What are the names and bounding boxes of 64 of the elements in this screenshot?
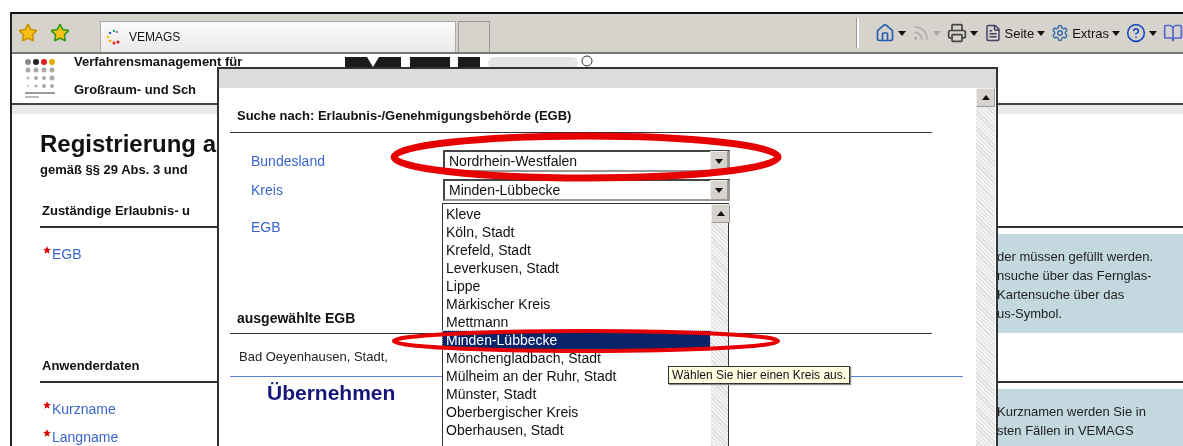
caret-icon	[1112, 30, 1120, 36]
caret-icon	[715, 187, 723, 193]
submit-link[interactable]: Übernehmen	[267, 381, 396, 405]
caret-icon	[1149, 30, 1157, 36]
list-option[interactable]: Krefeld, Stadt	[443, 241, 710, 259]
field-label: Bundesland	[251, 152, 326, 171]
field-label: EGB	[251, 218, 282, 237]
required-icon	[43, 246, 51, 254]
list-option[interactable]: Leverkusen, Stadt	[443, 259, 710, 277]
hint-box: der müssen gefüllt werden. nsuche über das Fernglas- Kartensuche über das us-Symbol.	[997, 234, 1183, 333]
page-subtitle: gemäß §§ 29 Abs. 3 und	[40, 162, 189, 177]
home-icon	[874, 23, 895, 43]
list-option[interactable]: Münster, Stadt	[443, 385, 710, 403]
list-option[interactable]: Oberbergischer Kreis	[443, 403, 710, 421]
section-heading: Zuständige Erlaubnis- u	[42, 203, 191, 218]
header-title: Großraum- und Sch	[74, 83, 198, 97]
list-option[interactable]: Kleve	[443, 205, 710, 223]
scrollbar[interactable]	[976, 88, 995, 446]
printer-icon	[946, 23, 967, 43]
field-label: Langname	[52, 429, 119, 445]
tab-title: VEMAGS	[129, 30, 181, 44]
scroll-up-icon	[981, 95, 990, 100]
list-option[interactable]: Lippe	[443, 277, 710, 295]
toolbar-menu-button[interactable]: Seite	[983, 24, 1046, 42]
research-icon	[1163, 23, 1183, 43]
list-option[interactable]: Oberhausen, Stadt	[443, 421, 710, 439]
page-title: Registrierung a	[40, 130, 217, 158]
field-label: Kurzname	[52, 401, 116, 417]
section-heading: ausgewählte EGB	[237, 310, 356, 326]
toolbar-menu-button[interactable]: Extras	[1051, 24, 1120, 42]
add-favorite-icon[interactable]	[50, 23, 70, 43]
list-option[interactable]: Mönchengladbach, Stadt	[443, 349, 710, 367]
gear-icon	[1051, 24, 1070, 42]
tooltip: Wählen Sie hier einen Kreis aus.	[668, 366, 851, 384]
required-icon	[43, 429, 51, 437]
list-option[interactable]: Märkischer Kreis	[443, 295, 710, 313]
toolbar-button[interactable]	[1126, 23, 1157, 43]
hint-box: Kurznamen werden Sie in sten Fällen in VEMAGS	[997, 389, 1183, 446]
list-option[interactable]: Mettmann	[443, 313, 710, 331]
field-label: Kreis	[251, 181, 284, 200]
select-field[interactable]: Nordrhein-Westfalen	[443, 150, 730, 172]
select-field[interactable]: Minden-Lübbecke	[443, 179, 730, 201]
new-tab[interactable]	[458, 21, 490, 52]
help-icon	[1126, 23, 1146, 43]
list-option[interactable]: Köln, Stadt	[443, 223, 710, 241]
site-favicon	[105, 29, 121, 45]
caret-icon	[897, 30, 906, 36]
caret-icon	[1037, 30, 1046, 36]
toolbar-button[interactable]	[946, 23, 978, 43]
field-label: EGB	[52, 246, 82, 262]
required-icon	[43, 401, 51, 409]
feed-icon	[911, 24, 930, 42]
caret-icon	[969, 30, 978, 36]
browser-tab[interactable]: VEMAGS	[100, 21, 456, 52]
toolbar-button[interactable]	[874, 23, 906, 43]
page-icon	[983, 24, 1002, 42]
caret-icon	[932, 30, 941, 36]
caret-icon	[715, 158, 723, 164]
scroll-up-icon	[716, 211, 725, 216]
header-title: Verfahrensmanagement für	[74, 55, 243, 69]
section-heading: Anwenderdaten	[42, 358, 140, 373]
selected-value: Bad Oeyenhausen, Stadt,	[239, 349, 388, 366]
favorites-star-icon[interactable]	[18, 23, 38, 43]
dialog-heading: Suche nach: Erlaubnis-/Genehmigungsbehörde (EGB)	[237, 108, 572, 123]
